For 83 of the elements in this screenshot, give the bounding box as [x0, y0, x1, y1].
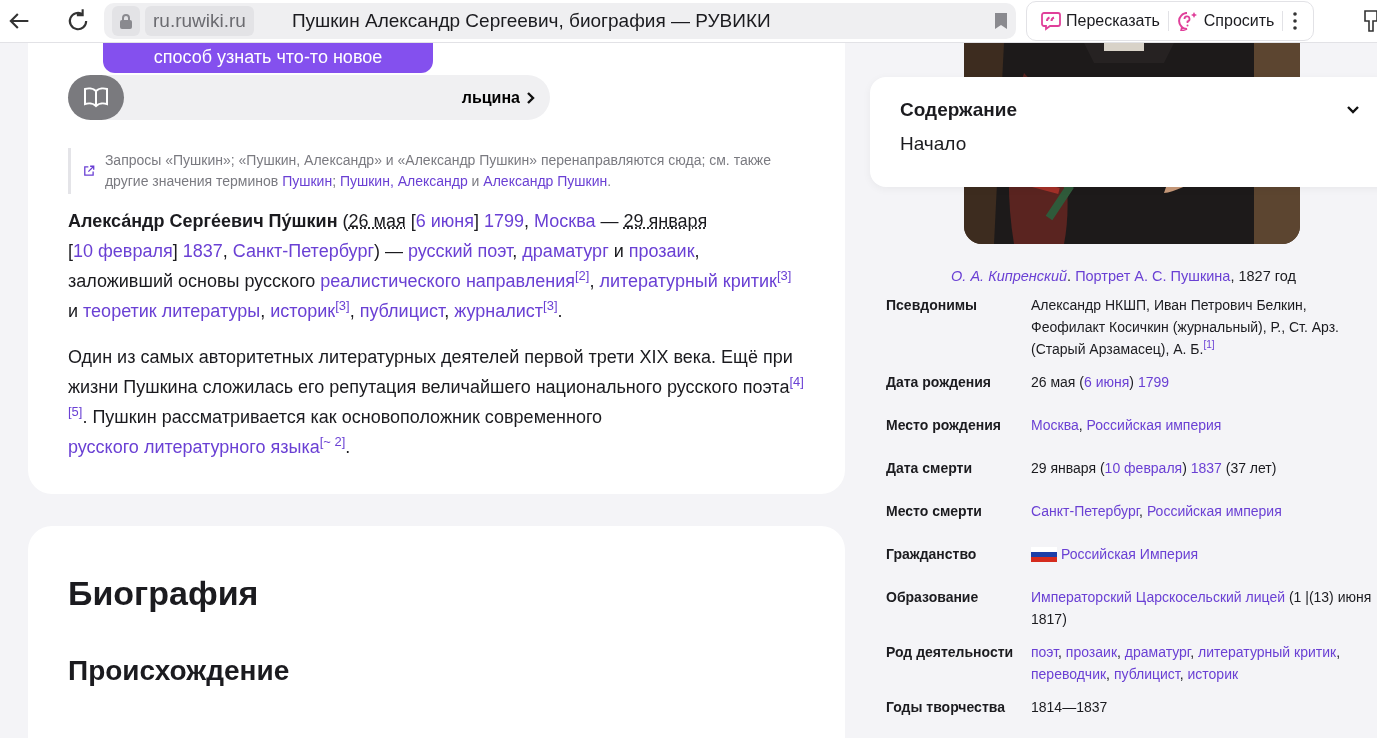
- link[interactable]: 6 июня: [415, 211, 474, 231]
- page-title: Пушкин Александр Сергеевич, биография — РУВИКИ: [291, 10, 772, 32]
- infobox-label: Место смерти: [886, 502, 983, 521]
- infobox-value: Александр НКШП, Иван Петрович Белкин, Феофилакт Косичкин (журнальный), Р., Ст. Арз. (Старый Арзамасец), А. Б.$^{[1]}$: [1031, 296, 1340, 359]
- contents-item[interactable]: Начало: [900, 133, 1370, 155]
- flag-icon: [1031, 547, 1057, 562]
- hatnote: Запросы «Пушкин»; «Пушкин, Александр» и «Александр Пушкин» перенаправляются сюда; см. также другие значения терминов Пушкин; Пушкин, Александр и Александр Пушкин.: [104, 151, 772, 191]
- link[interactable]: Российская империя: [1086, 417, 1222, 433]
- assistant-button[interactable]: Спросить: [1168, 11, 1284, 31]
- link[interactable]: 6 июня: [1084, 374, 1130, 390]
- infobox-value: 1814—1837: [1031, 698, 1109, 717]
- link[interactable]: 10 февраля: [73, 241, 173, 261]
- link[interactable]: литературный критик: [599, 271, 777, 291]
- link[interactable]: Императорский Царскосельский лицей: [1031, 589, 1285, 605]
- footnote-link[interactable]: [3]: [543, 298, 558, 313]
- chevron-right-icon: [526, 91, 536, 104]
- footnote-link[interactable]: [3]: [335, 298, 350, 313]
- footnote-link[interactable]: [2]: [575, 268, 590, 283]
- date-abbr: 29 января: [623, 211, 708, 231]
- infobox-value: поэт, прозаик, драматург, литературный критик, переводчик, публицист, историк: [1031, 643, 1341, 684]
- link[interactable]: 10 февраля: [1104, 460, 1183, 476]
- infobox-value: 26 мая (6 июня) 1799: [1031, 373, 1171, 392]
- link[interactable]: русского литературного языка: [68, 437, 320, 457]
- link[interactable]: публицист: [1113, 666, 1180, 682]
- link[interactable]: историк: [270, 301, 336, 321]
- link[interactable]: Пушкин, Александр: [339, 173, 468, 189]
- domain-text: ru.ruwiki.ru: [145, 6, 254, 36]
- link[interactable]: драматург: [522, 241, 609, 261]
- subsection-heading: Происхождение: [68, 655, 291, 687]
- contents-title: Содержание: [900, 99, 1018, 121]
- paragraph: Алекса́ндр Серге́евич Пу́шкин (26 мая [6 июня] 1799, Москва — 29 января [10 февраля] 1837, Санкт-Петербург) — русский поэт, драматург и прозаик, заложивший основы русского реалистического направления$^{[2]}$, литературный критик$^{[3]}$ и теоретик литературы, историк$^{[3]}$, публицист, журналист$^{[3]}$.: [68, 210, 793, 323]
- link[interactable]: Портрет А. С. Пушкина: [1075, 268, 1231, 284]
- link[interactable]: Российская Империя: [1061, 546, 1199, 562]
- address-bar[interactable]: ru.ruwiki.ru Пушкин Александр Сергеевич, биография — РУВИКИ: [104, 3, 1016, 39]
- infobox-label: Гражданство: [886, 545, 978, 564]
- link[interactable]: О. А. Кипренский: [951, 268, 1068, 284]
- link[interactable]: 1837: [1190, 460, 1222, 476]
- section-heading: Биография: [68, 574, 260, 613]
- footnote-link[interactable]: [5]: [68, 404, 83, 419]
- link[interactable]: Москва: [534, 211, 596, 231]
- infobox-value: Санкт-Петербург, Российская империя: [1031, 502, 1283, 521]
- link[interactable]: публицист: [359, 301, 445, 321]
- chevron-down-icon[interactable]: [1346, 105, 1360, 115]
- link[interactable]: теоретик литературы: [83, 301, 261, 321]
- infobox-label: Место рождения: [886, 416, 1002, 435]
- link[interactable]: Российская империя: [1146, 503, 1282, 519]
- promo-toast[interactable]: способ узнать что-то новое: [103, 43, 433, 73]
- link[interactable]: Санкт-Петербург: [1031, 503, 1140, 519]
- infobox-label: Псевдонимы: [886, 296, 979, 315]
- read-pill-button[interactable]: льцина: [68, 75, 550, 120]
- footnote-link[interactable]: [3]: [776, 268, 792, 283]
- paragraph: Один из самых авторитетных литературных деятелей первой трети XIX века. Ещё при жизни Пушкина сложилась его репутация величайшего национального русского поэта$^{[4]}$ $^{[5]}$. Пушкин рассматривается как основоположник современного русского литературного языка$^{[~ 2]}$.: [68, 346, 805, 459]
- assistant-button[interactable]: Пересказать: [1033, 11, 1169, 31]
- quote-bubble-icon: [1041, 11, 1061, 31]
- link[interactable]: журналист: [454, 301, 544, 321]
- link[interactable]: Санкт-Петербург: [232, 241, 374, 261]
- image-caption: О. А. Кипренский. Портрет А. С. Пушкина, 1827 год: [950, 268, 1297, 284]
- lock-icon: [119, 13, 133, 29]
- footnote-link[interactable]: [~ 2]: [319, 434, 346, 449]
- infobox-label: Годы творчества: [886, 698, 1006, 717]
- infobox-value: Императорский Царскосельский лицей (1 |(13) июня 1817): [1031, 588, 1373, 629]
- link[interactable]: реалистического направления: [320, 271, 575, 291]
- bookmark-icon[interactable]: [994, 12, 1008, 30]
- link[interactable]: прозаик: [628, 241, 695, 261]
- question-bubble-icon: [1176, 11, 1199, 31]
- infobox-label: Образование: [886, 588, 980, 607]
- link[interactable]: русский поэт: [407, 241, 513, 261]
- link[interactable]: поэт: [1031, 644, 1059, 660]
- infobox-label: Род деятельности: [886, 643, 1015, 662]
- link[interactable]: драматург: [1124, 644, 1191, 660]
- link[interactable]: прозаик: [1065, 644, 1117, 660]
- infobox-label: Дата рождения: [886, 373, 993, 392]
- book-icon: [83, 85, 109, 110]
- infobox-value: Москва, Российская империя: [1031, 416, 1223, 435]
- link[interactable]: историк: [1187, 666, 1239, 682]
- link[interactable]: 1799: [1137, 374, 1170, 390]
- link[interactable]: Москва: [1031, 417, 1079, 433]
- footnote-link[interactable]: [1]: [1203, 339, 1215, 351]
- link[interactable]: 1799: [484, 211, 525, 231]
- footnote-link[interactable]: [4]: [789, 374, 804, 389]
- infobox-value: 29 января (10 февраля) 1837 (37 лет): [1031, 459, 1278, 478]
- infobox-label: Дата смерти: [886, 459, 974, 478]
- link[interactable]: 1837: [182, 241, 223, 261]
